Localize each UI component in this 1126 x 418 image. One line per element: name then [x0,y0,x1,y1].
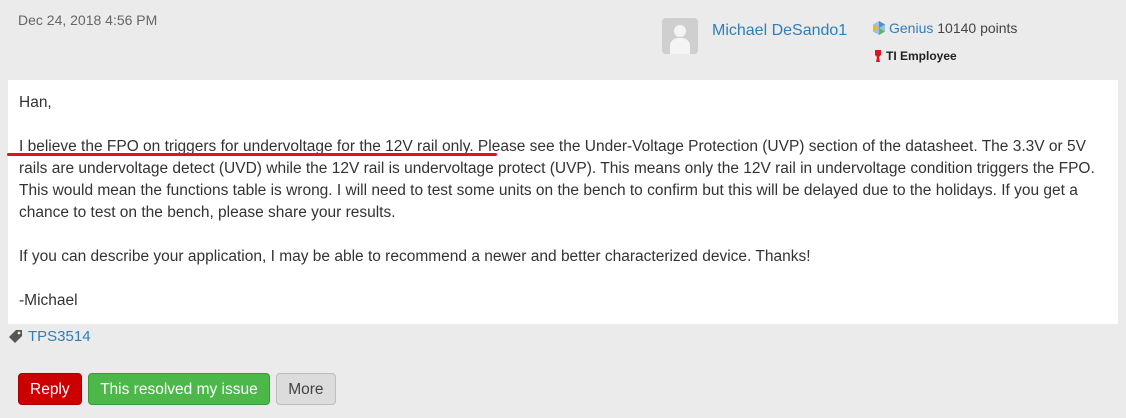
rank-points: 10140 points [937,20,1018,36]
avatar-body [670,38,690,54]
genius-rank-icon [873,21,885,35]
author-card: Michael DeSando1 Genius 10140 points TI … [662,16,1102,68]
more-button[interactable]: More [276,373,336,405]
author-name-link[interactable]: Michael DeSando1 [712,22,847,40]
employee-badge-label: TI Employee [886,49,957,63]
avatar-head [674,25,686,37]
post-paragraph: -Michael [19,292,78,309]
tag-link[interactable]: TPS3514 [28,328,91,345]
resolved-button[interactable]: This resolved my issue [88,373,270,405]
ti-logo-icon [875,50,881,62]
post-date: Dec 24, 2018 4:56 PM [18,12,158,28]
post-paragraph: Han, [19,94,52,111]
post-paragraph: I believe the FPO on triggers for underv… [19,138,1095,221]
reply-button[interactable]: Reply [18,373,82,405]
employee-badge: TI Employee [874,49,957,63]
tag-row: TPS3514 [8,328,91,345]
rank-name[interactable]: Genius [889,20,933,36]
post-actions: Reply This resolved my issue More [18,373,338,405]
post-paragraph: If you can describe your application, I … [19,248,811,265]
tag-icon [9,330,22,343]
highlight-underline [7,153,497,156]
avatar[interactable] [662,18,698,54]
author-rank: Genius 10140 points [872,20,1017,36]
post-body: Han, I believe the FPO on triggers for u… [8,80,1118,324]
post-text: Han, I believe the FPO on triggers for u… [19,92,1109,312]
